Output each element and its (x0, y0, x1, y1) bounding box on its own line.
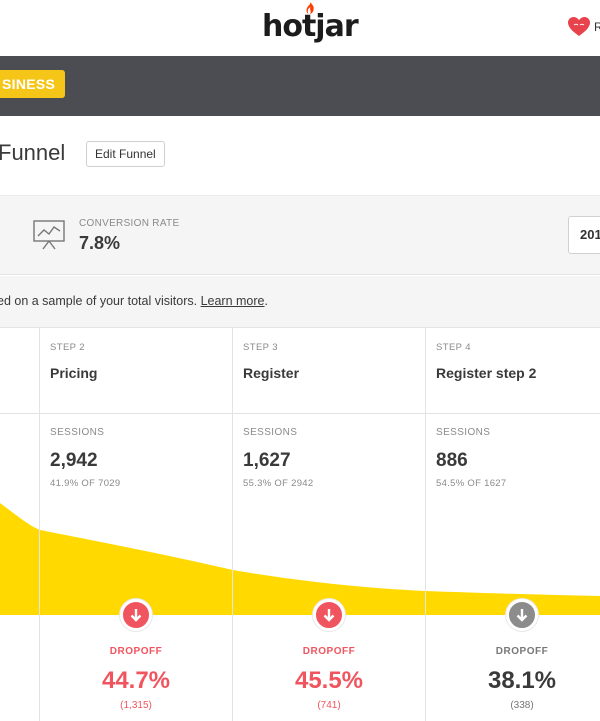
dropoff-percentage: 44.7% (101, 667, 171, 694)
step-number-label: STEP 2 (50, 342, 85, 353)
top-brand-bar: hotjar R (0, 0, 600, 56)
column-divider (232, 328, 233, 721)
dropoff-button[interactable] (120, 599, 152, 631)
row-divider (0, 413, 600, 414)
notice-suffix: . (264, 294, 268, 308)
sessions-label: SESSIONS (50, 427, 105, 438)
dropoff-button[interactable] (506, 599, 538, 631)
dropoff-label: DROPOFF (302, 646, 356, 657)
sessions-value: 2,942 (50, 450, 98, 471)
dropoff-label: DROPOFF (495, 646, 549, 657)
hotjar-logo[interactable]: hotjar (262, 2, 359, 44)
dropoff-count: (1,315) (120, 700, 152, 711)
step-name[interactable]: Pricing (50, 365, 97, 381)
dropoff-percentage: 38.1% (487, 667, 557, 694)
arrow-down-icon (130, 609, 142, 622)
column-divider (425, 328, 426, 721)
step-number-label: STEP 4 (436, 342, 471, 353)
dropoff-button[interactable] (313, 599, 345, 631)
conversion-rate-value: 7.8% (79, 233, 121, 253)
conversion-rate-label: CONVERSION RATE (79, 218, 180, 229)
sessions-percentage: 41.9% OF 7029 (50, 478, 121, 489)
funnel-area-chart (0, 503, 600, 615)
date-range-button[interactable]: 201 (568, 216, 600, 254)
dropoff-percentage: 45.5% (294, 667, 364, 694)
sessions-value: 1,627 (243, 450, 291, 471)
column-divider (39, 328, 40, 721)
sample-notice: ed on a sample of your total visitors. L… (0, 276, 600, 328)
dropoff-label: DROPOFF (109, 646, 163, 657)
arrow-down-icon (323, 609, 335, 622)
sessions-percentage: 54.5% OF 1627 (436, 478, 507, 489)
dropoff-count: (741) (317, 700, 341, 711)
plan-band (0, 56, 600, 116)
arrow-down-icon (516, 609, 528, 622)
plan-badge[interactable]: SINESS (0, 70, 66, 98)
presentation-chart-icon (33, 220, 65, 250)
funnel-steps: STEP 2 Pricing SESSIONS 2,942 41.9% OF 7… (0, 328, 600, 721)
sessions-percentage: 55.3% OF 2942 (243, 478, 314, 489)
sessions-value: 886 (436, 450, 468, 471)
edit-funnel-button[interactable]: Edit Funnel (86, 141, 165, 167)
learn-more-link[interactable]: Learn more (201, 294, 265, 308)
sessions-label: SESSIONS (243, 427, 298, 438)
stats-band: CONVERSION RATE 7.8% 201 (0, 195, 600, 275)
dropoff-count: (338) (510, 700, 534, 711)
step-name[interactable]: Register step 2 (436, 365, 536, 381)
notice-body: ed on a sample of your total visitors. (0, 294, 201, 308)
notice-text: ed on a sample of your total visitors. L… (0, 294, 268, 308)
flame-icon (306, 2, 314, 14)
user-initial[interactable]: R (594, 20, 600, 34)
sessions-label: SESSIONS (436, 427, 491, 438)
page-title: Funnel (0, 140, 66, 165)
step-name[interactable]: Register (243, 365, 299, 381)
heart-icon[interactable] (567, 15, 591, 39)
step-number-label: STEP 3 (243, 342, 278, 353)
